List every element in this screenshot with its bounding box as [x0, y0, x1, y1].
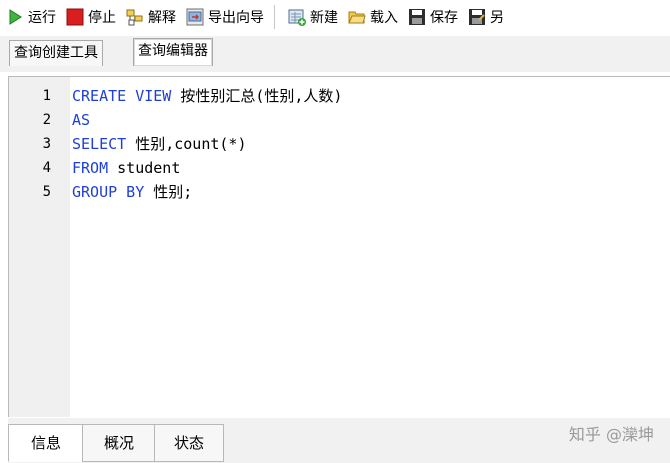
sql-text: 按性别汇总(性别,人数) — [171, 87, 343, 105]
load-button[interactable]: 载入 — [342, 4, 402, 30]
code-line-4[interactable]: FROM student — [72, 156, 342, 180]
watermark: 知乎 @灤坤 — [568, 425, 654, 444]
sql-text: student — [108, 159, 181, 177]
new-label: 新建 — [310, 9, 338, 26]
run-label: 运行 — [28, 9, 56, 26]
explain-icon — [126, 8, 144, 26]
play-icon — [6, 8, 24, 26]
line-number-gutter: 1 2 3 4 5 — [9, 77, 70, 417]
new-query-icon — [288, 8, 306, 26]
stop-label: 停止 — [88, 9, 116, 26]
tab-query-builder[interactable]: 查询创建工具 — [9, 40, 103, 66]
stop-button[interactable]: 停止 — [60, 4, 120, 30]
new-button[interactable]: 新建 — [282, 4, 342, 30]
save-as-button[interactable]: 另 — [462, 4, 508, 30]
tab-query-editor[interactable]: 查询编辑器 — [133, 38, 213, 66]
sql-text: 性别,count(*) — [126, 135, 247, 153]
line-number: 3 — [42, 136, 51, 152]
line-number: 4 — [42, 160, 51, 176]
tab-profile[interactable]: 概况 — [82, 424, 156, 462]
toolbar-divider — [274, 4, 276, 29]
save-as-label: 另 — [490, 9, 504, 26]
line-number: 2 — [42, 112, 51, 128]
code-line-2[interactable]: AS — [72, 108, 342, 132]
toolbar: 运行 停止 解释 导出向导 新建 载入 保存 另 — [0, 0, 670, 33]
explain-label: 解释 — [148, 9, 176, 26]
load-label: 载入 — [370, 9, 398, 26]
export-wizard-button[interactable]: 导出向导 — [180, 4, 268, 30]
code-area[interactable]: CREATE VIEW 按性别汇总(性别,人数) AS SELECT 性别,co… — [72, 84, 342, 204]
sql-keyword: CREATE VIEW — [72, 87, 172, 105]
export-wizard-label: 导出向导 — [208, 9, 264, 26]
stop-icon — [66, 8, 84, 26]
code-line-3[interactable]: SELECT 性别,count(*) — [72, 132, 342, 156]
save-button[interactable]: 保存 — [402, 4, 462, 30]
sql-editor[interactable]: 1 2 3 4 5 CREATE VIEW 按性别汇总(性别,人数) AS SE… — [8, 76, 670, 417]
query-tab-strip: 查询创建工具 查询编辑器 — [0, 36, 670, 72]
code-line-5[interactable]: GROUP BY 性别; — [72, 180, 342, 204]
folder-open-icon — [348, 8, 366, 26]
sql-keyword: SELECT — [72, 135, 127, 153]
tab-messages[interactable]: 信息 — [8, 424, 84, 462]
line-number: 1 — [42, 88, 51, 104]
save-icon — [408, 8, 426, 26]
export-wizard-icon — [186, 8, 204, 26]
save-as-icon — [468, 8, 486, 26]
sql-keyword: FROM — [72, 159, 109, 177]
save-label: 保存 — [430, 9, 458, 26]
sql-text: 性别; — [144, 183, 193, 201]
explain-button[interactable]: 解释 — [120, 4, 180, 30]
run-button[interactable]: 运行 — [0, 4, 60, 30]
sql-keyword: AS — [72, 111, 91, 129]
sql-keyword: GROUP BY — [72, 183, 145, 201]
tab-status[interactable]: 状态 — [154, 424, 224, 462]
code-line-1[interactable]: CREATE VIEW 按性别汇总(性别,人数) — [72, 84, 342, 108]
line-number: 5 — [42, 184, 51, 200]
